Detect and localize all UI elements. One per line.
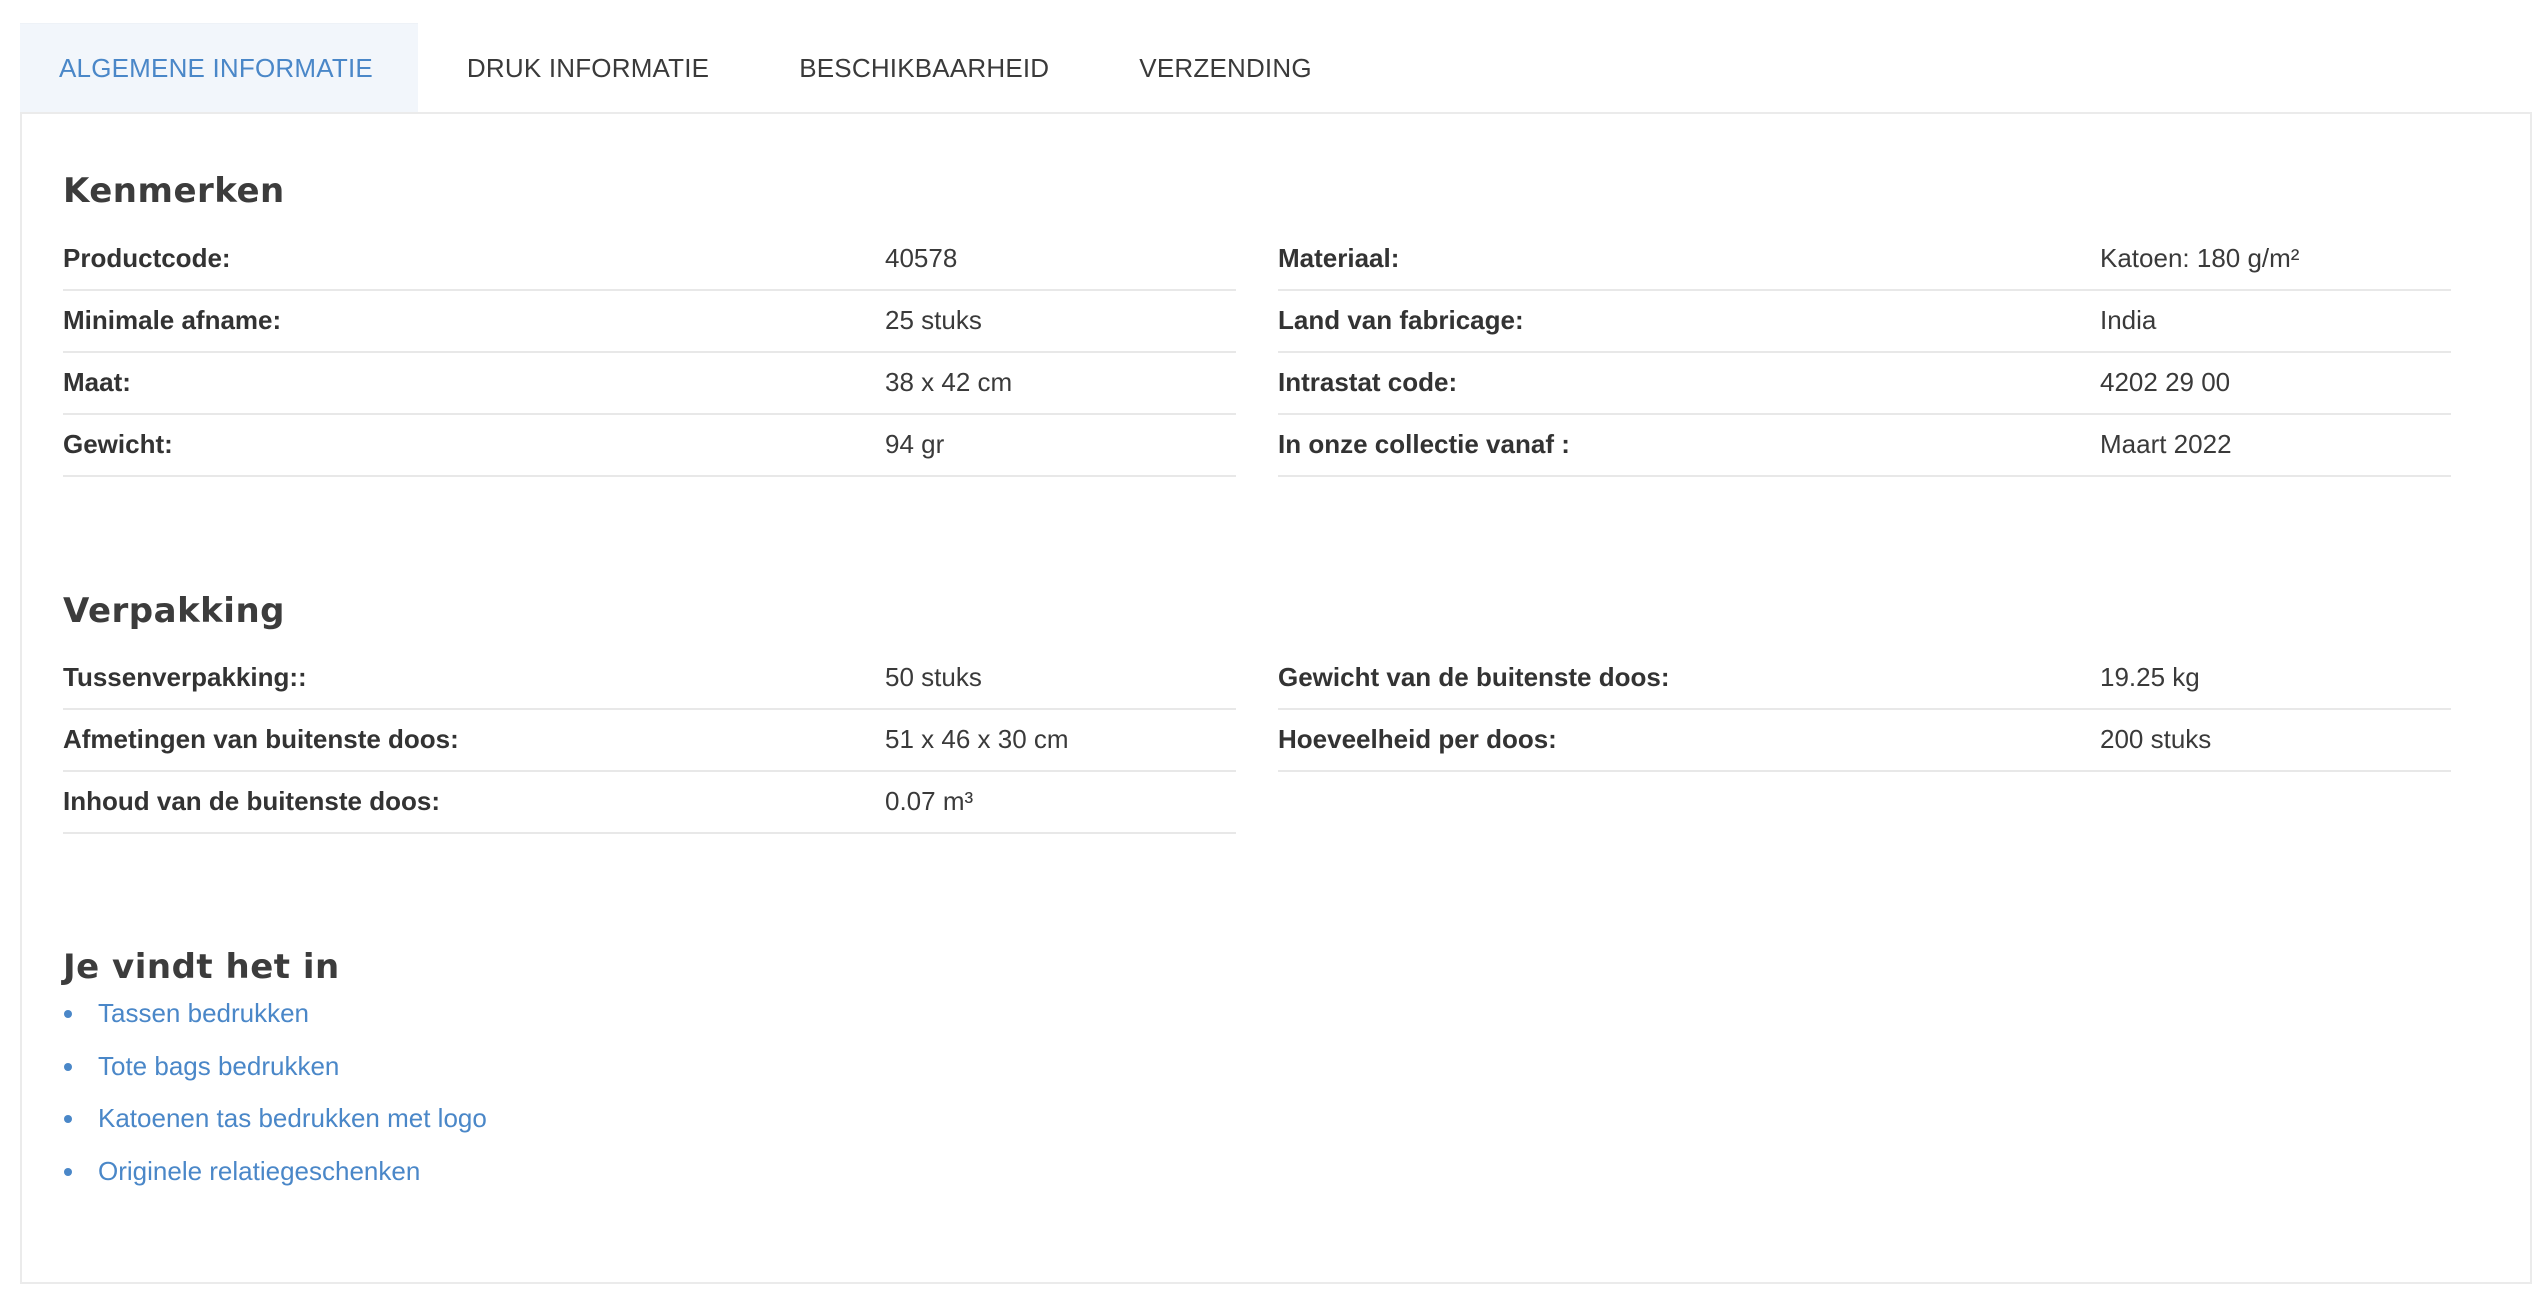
spec-value: 94 gr (885, 429, 945, 459)
category-link[interactable]: Tote bags bedrukken (98, 1051, 339, 1081)
spec-row: Intrastat code: 4202 29 00 (1278, 353, 2451, 415)
spec-value: 25 stuks (885, 305, 982, 335)
section-title-kenmerken: Kenmerken (63, 171, 285, 211)
spec-row: Inhoud van de buitenste doos: 0.07 m³ (63, 772, 1236, 834)
section-title-found-in: Je vindt het in (63, 947, 340, 987)
spec-value: 19.25 kg (2100, 662, 2200, 692)
spec-row: Materiaal: Katoen: 180 g/m² (1278, 229, 2451, 291)
spec-row: Land van fabricage: India (1278, 291, 2451, 353)
list-item: Tote bags bedrukken (63, 1046, 487, 1099)
category-link-list: Tassen bedrukken Tote bags bedrukken Kat… (63, 993, 487, 1203)
spec-label: Minimale afname: (63, 305, 282, 335)
spec-label: Inhoud van de buitenste doos: (63, 786, 440, 816)
kenmerken-table-left: Productcode: 40578 Minimale afname: 25 s… (63, 229, 1236, 477)
tab-beschikbaarheid[interactable]: BESCHIKBAARHEID (754, 23, 1094, 113)
spec-value: 0.07 m³ (885, 786, 974, 816)
tab-algemene-informatie[interactable]: ALGEMENE INFORMATIE (20, 23, 418, 113)
spec-value: 51 x 46 x 30 cm (885, 724, 1069, 754)
spec-value: India (2100, 305, 2157, 335)
spec-value: Katoen: 180 g/m² (2100, 243, 2300, 273)
spec-label: Tussenverpakking:: (63, 662, 307, 692)
category-link[interactable]: Tassen bedrukken (98, 998, 309, 1028)
spec-row: Afmetingen van buitenste doos: 51 x 46 x… (63, 710, 1236, 772)
verpakking-table-left: Tussenverpakking:: 50 stuks Afmetingen v… (63, 648, 1236, 834)
spec-value: 50 stuks (885, 662, 982, 692)
spec-label: Materiaal: (1278, 243, 1400, 273)
bullet-icon (64, 1115, 72, 1123)
spec-label: Hoeveelheid per doos: (1278, 724, 1557, 754)
bullet-icon (64, 1062, 72, 1071)
spec-value: 38 x 42 cm (885, 367, 1013, 397)
spec-row: Gewicht van de buitenste doos: 19.25 kg (1278, 648, 2451, 710)
list-item: Tassen bedrukken (63, 993, 487, 1046)
spec-label: Productcode: (63, 243, 231, 273)
spec-label: Gewicht: (63, 429, 173, 459)
spec-value: Maart 2022 (2100, 429, 2232, 459)
tab-druk-informatie[interactable]: DRUK INFORMATIE (418, 23, 754, 113)
spec-row: Maat: 38 x 42 cm (63, 353, 1236, 415)
list-item: Originele relatiegeschenken (63, 1151, 487, 1204)
tab-verzending[interactable]: VERZENDING (1094, 23, 1356, 113)
spec-row: Minimale afname: 25 stuks (63, 291, 1236, 353)
spec-label: Gewicht van de buitenste doos: (1278, 662, 1670, 692)
spec-label: In onze collectie vanaf : (1278, 429, 1570, 459)
section-title-verpakking: Verpakking (63, 591, 285, 631)
product-info-widget: ALGEMENE INFORMATIE DRUK INFORMATIE BESC… (0, 0, 2536, 1296)
verpakking-table-right: Gewicht van de buitenste doos: 19.25 kg … (1278, 648, 2451, 772)
spec-row: Productcode: 40578 (63, 229, 1236, 291)
tab-bar: ALGEMENE INFORMATIE DRUK INFORMATIE BESC… (20, 23, 1357, 113)
spec-label: Intrastat code: (1278, 367, 1458, 397)
bullet-icon (64, 1167, 72, 1176)
spec-row: Hoeveelheid per doos: 200 stuks (1278, 710, 2451, 772)
spec-row: Tussenverpakking:: 50 stuks (63, 648, 1236, 710)
spec-row: In onze collectie vanaf : Maart 2022 (1278, 415, 2451, 477)
spec-value: 200 stuks (2100, 724, 2212, 754)
spec-label: Land van fabricage: (1278, 305, 1524, 335)
spec-label: Afmetingen van buitenste doos: (63, 724, 459, 754)
spec-label: Maat: (63, 367, 131, 397)
bullet-icon (64, 1010, 72, 1018)
category-link[interactable]: Originele relatiegeschenken (98, 1156, 420, 1186)
spec-value: 4202 29 00 (2100, 367, 2231, 397)
kenmerken-table-right: Materiaal: Katoen: 180 g/m² Land van fab… (1278, 229, 2451, 477)
category-link[interactable]: Katoenen tas bedrukken met logo (98, 1103, 487, 1133)
spec-value: 40578 (885, 243, 958, 273)
spec-row: Gewicht: 94 gr (63, 415, 1236, 477)
list-item: Katoenen tas bedrukken met logo (63, 1098, 487, 1151)
